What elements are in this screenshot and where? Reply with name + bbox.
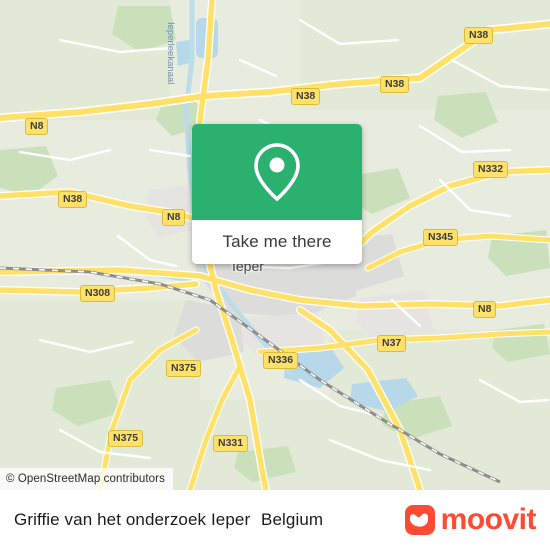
road-shield-n8-1: N8 [25, 118, 49, 135]
callout-image-area [192, 124, 362, 220]
place-title: Griffie van het onderzoek Ieper Belgium [14, 510, 323, 530]
map-screenshot: Ieperleekanaal N38 N38 N38 N8 N332 N38 N… [0, 0, 550, 550]
road-shield-n38-3: N38 [291, 88, 321, 105]
place-name: Griffie van het onderzoek Ieper [14, 510, 251, 529]
road-shield-n38-2: N38 [380, 76, 410, 93]
road-shield-n8-3: N8 [473, 301, 497, 318]
road-shield-n336: N336 [263, 352, 299, 369]
moovit-wordmark: moovit [440, 503, 537, 536]
moovit-mark-icon [404, 505, 435, 535]
road-shield-n331: N331 [213, 435, 249, 452]
map-canvas[interactable]: Ieperleekanaal N38 N38 N38 N8 N332 N38 N… [0, 0, 550, 490]
road-shield-n375-1: N375 [166, 360, 202, 377]
location-callout[interactable]: Take me there [192, 124, 362, 264]
river-label: Ieperleekanaal [165, 22, 176, 85]
map-pin-icon [251, 142, 303, 202]
road-shield-n308: N308 [80, 285, 116, 302]
road-shield-n37: N37 [377, 335, 407, 352]
map-attribution[interactable]: © OpenStreetMap contributors [0, 468, 173, 490]
take-me-there-button[interactable]: Take me there [192, 220, 362, 264]
road-shield-n38-4: N38 [58, 191, 88, 208]
road-shield-n332: N332 [473, 161, 509, 178]
road-shield-n375-2: N375 [108, 430, 144, 447]
road-shield-n38-1: N38 [464, 27, 494, 44]
road-shield-n345: N345 [423, 229, 459, 246]
road-shield-n8-2: N8 [162, 209, 186, 226]
moovit-logo[interactable]: moovit [404, 503, 537, 536]
place-country: Belgium [261, 510, 324, 529]
footer-bar: Griffie van het onderzoek Ieper Belgium … [0, 490, 550, 550]
